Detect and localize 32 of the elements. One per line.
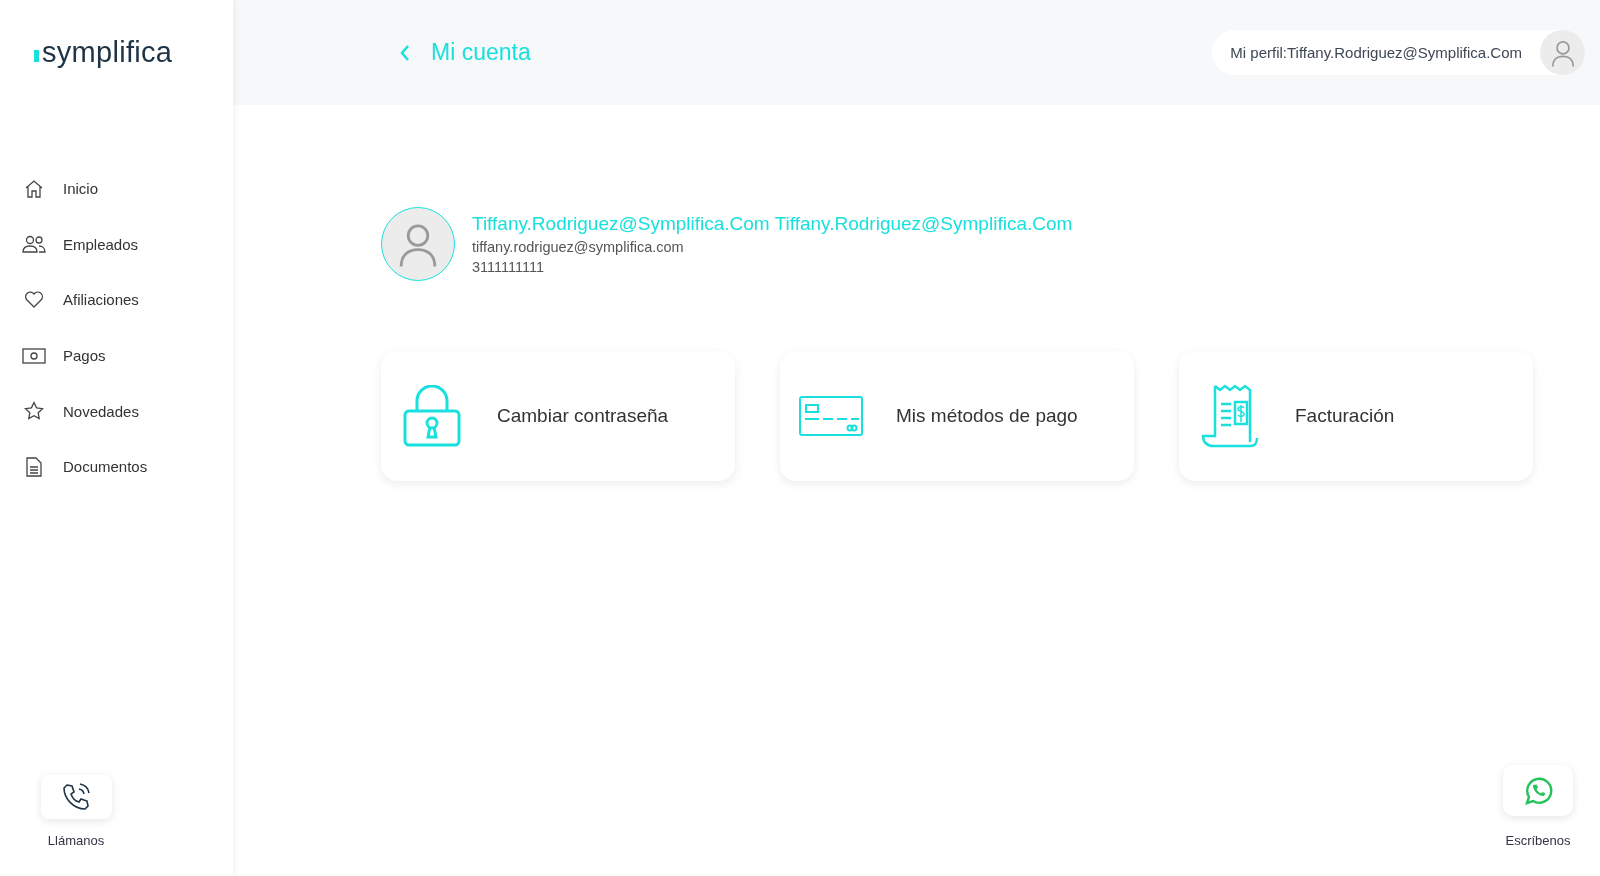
user-email: tiffany.rodriguez@symplifica.com [472, 239, 685, 255]
document-icon [26, 456, 42, 477]
chat-label: Escríbenos [1505, 833, 1571, 848]
receipt-icon [1201, 384, 1259, 448]
page-title: Mi cuenta [431, 39, 531, 66]
user-name: Tiffany.Rodriguez@Symplifica.Com Tiffany.Rodriguez@Symplifica.Com [472, 213, 1073, 235]
option-card[interactable]: Facturación [1179, 351, 1533, 481]
nav-item[interactable]: Afiliaciones [0, 272, 233, 328]
home-icon [24, 178, 44, 199]
nav-item[interactable]: Novedades [0, 383, 233, 439]
padlock-icon [403, 385, 461, 447]
heart-icon [24, 291, 44, 309]
nav-item[interactable]: Pagos [0, 327, 233, 384]
nav-item[interactable]: Empleados [0, 216, 233, 273]
call-button[interactable] [40, 775, 112, 819]
profile-chip[interactable]: Mi perfil:Tiffany.Rodriguez@Symplifica.Com [1212, 30, 1585, 75]
logo-text: symplifica [42, 36, 173, 69]
star-icon [24, 401, 44, 422]
option-card[interactable]: Cambiar contraseña [381, 351, 735, 481]
phone-icon [61, 782, 91, 812]
credit-card-icon [799, 396, 863, 436]
people-icon [22, 235, 46, 254]
nav-item[interactable]: Documentos [0, 438, 233, 495]
call-label: Llámanos [47, 833, 105, 848]
user-phone: 3111111111 [472, 259, 546, 275]
logo-mark [34, 49, 39, 62]
nav-item[interactable]: Inicio [0, 161, 233, 217]
profile-label: Mi perfil:Tiffany.Rodriguez@Symplifica.Com [1230, 44, 1522, 61]
option-card[interactable]: Mis métodos de pago [780, 351, 1134, 481]
banknote-icon [22, 347, 46, 364]
chat-button[interactable] [1503, 765, 1573, 816]
chevron-left-icon [399, 43, 411, 62]
